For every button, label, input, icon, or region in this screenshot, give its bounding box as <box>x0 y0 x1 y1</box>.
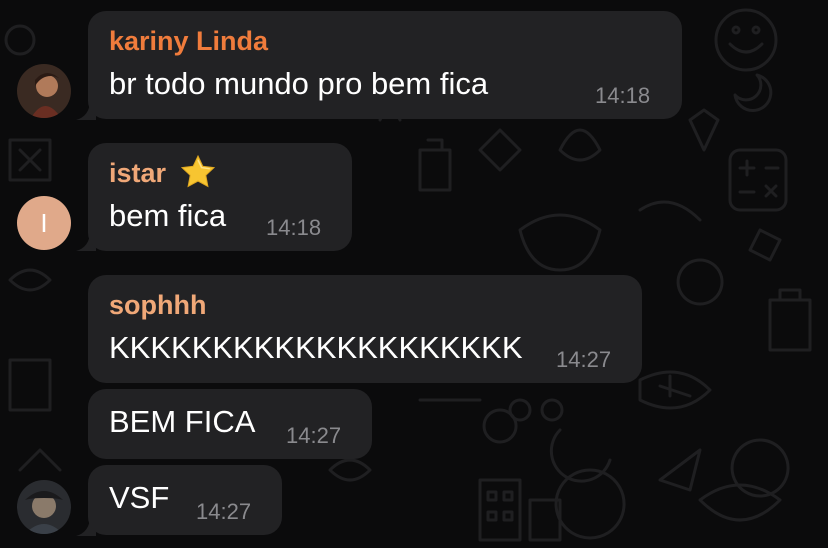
avatar-istar[interactable]: I <box>17 196 71 250</box>
message-text: bem fica <box>109 198 227 233</box>
message-bubble[interactable]: sophhh KKKKKKKKKKKKKKKKKKKK 14:27 <box>88 275 642 383</box>
message-text: VSF <box>109 480 170 515</box>
message-time: 14:27 <box>556 347 612 372</box>
message-bubble[interactable]: VSF 14:27 <box>88 465 282 535</box>
message-bubble[interactable]: istar bem fica 14:18 <box>88 143 352 251</box>
message-time: 14:27 <box>286 423 342 448</box>
sender-name[interactable]: istar <box>109 158 166 189</box>
message-bubble[interactable]: kariny Linda br todo mundo pro bem fica … <box>88 11 682 119</box>
message-text: br todo mundo pro bem fica <box>109 66 489 101</box>
avatar-kariny[interactable] <box>17 64 71 118</box>
message-time: 14:18 <box>595 83 651 108</box>
message-time: 14:27 <box>196 499 252 524</box>
message-text: KKKKKKKKKKKKKKKKKKKK <box>109 330 523 365</box>
message-bubble[interactable]: BEM FICA 14:27 <box>88 389 372 459</box>
sender-name[interactable]: kariny Linda <box>109 26 268 57</box>
message-time: 14:18 <box>266 215 322 240</box>
avatar-initial: I <box>40 208 48 238</box>
avatar-sophhh[interactable] <box>17 480 71 534</box>
star-emoji-icon <box>180 154 216 188</box>
sender-name[interactable]: sophhh <box>109 290 206 321</box>
message-text: BEM FICA <box>109 404 256 439</box>
